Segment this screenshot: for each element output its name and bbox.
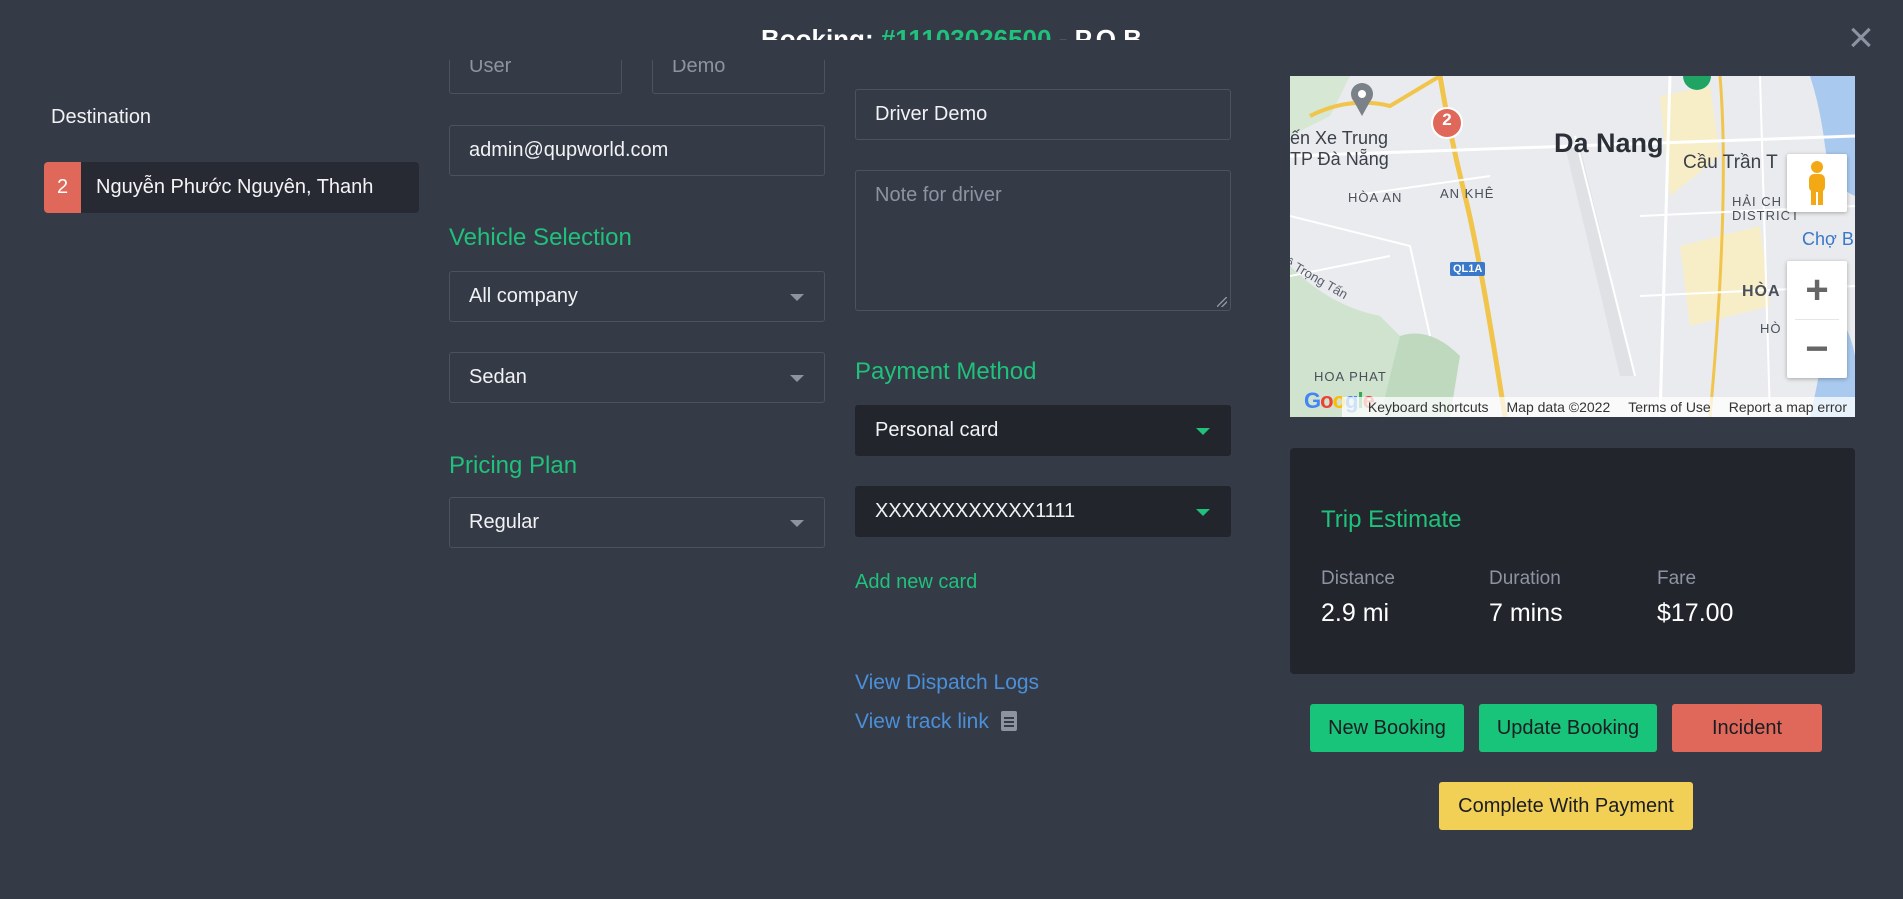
scroll-mask xyxy=(440,40,1240,60)
vehicle-selection-heading: Vehicle Selection xyxy=(449,224,632,251)
zoom-out-button[interactable]: − xyxy=(1787,320,1847,378)
copy-icon[interactable] xyxy=(1000,711,1017,731)
vehicle-type-select[interactable]: Sedan xyxy=(449,352,825,403)
map-label-cau-tran: Cầu Trần T xyxy=(1683,152,1778,173)
driver-value: Driver Demo xyxy=(875,103,988,125)
company-select-value: All company xyxy=(469,285,578,307)
destination-heading: Destination xyxy=(51,106,152,128)
map-footer: Keyboard shortcuts Map data ©2022 Terms … xyxy=(1341,397,1855,417)
email-value: admin@qupworld.com xyxy=(469,139,669,161)
distance-value: 2.9 mi xyxy=(1321,599,1390,627)
incident-button[interactable]: Incident xyxy=(1672,704,1822,752)
note-placeholder: Note for driver xyxy=(875,184,1002,206)
driver-field[interactable]: Driver Demo xyxy=(855,89,1231,140)
map-label-bus-station-2: TP Đà Nẵng xyxy=(1290,149,1389,169)
email-field[interactable]: admin@qupworld.com xyxy=(449,125,825,176)
estimate-duration: Duration 7 mins xyxy=(1489,568,1563,628)
map-label-hoa-phat: HOA PHAT xyxy=(1314,369,1387,384)
destination-number-badge: 2 xyxy=(44,162,81,213)
payment-method-heading: Payment Method xyxy=(855,358,1037,385)
note-for-driver-textarea[interactable]: Note for driver xyxy=(855,170,1231,311)
map-report-error-link[interactable]: Report a map error xyxy=(1729,399,1847,415)
zoom-in-button[interactable]: + xyxy=(1787,261,1847,319)
destination-item[interactable]: 2 Nguyễn Phước Nguyên, Thanh xyxy=(44,162,419,213)
view-track-link[interactable]: View track link xyxy=(855,710,1017,734)
map-label-hai-chau: HẢI CH xyxy=(1732,194,1783,209)
chevron-down-icon xyxy=(790,519,804,527)
trip-estimate-panel: Trip Estimate Distance 2.9 mi Duration 7… xyxy=(1290,448,1855,674)
map-label-hoa-2: HÒ xyxy=(1760,321,1782,336)
duration-value: 7 mins xyxy=(1489,599,1563,627)
map-label-an-khe: AN KHÊ xyxy=(1440,186,1495,201)
destination-label: Nguyễn Phước Nguyên, Thanh xyxy=(96,176,374,198)
trip-estimate-heading: Trip Estimate xyxy=(1321,506,1462,533)
map-city-label: Da Nang xyxy=(1554,128,1664,158)
estimate-fare: Fare $17.00 xyxy=(1657,568,1733,628)
complete-with-payment-button[interactable]: Complete With Payment xyxy=(1439,782,1693,830)
map-data-attribution: Map data ©2022 xyxy=(1506,399,1611,415)
fare-label: Fare xyxy=(1657,568,1697,589)
map-label-bus-station-1: ến Xe Trung xyxy=(1290,128,1389,148)
chevron-down-icon xyxy=(790,374,804,382)
chevron-down-icon xyxy=(1196,427,1210,435)
map-keyboard-shortcuts-link[interactable]: Keyboard shortcuts xyxy=(1368,399,1489,415)
fare-value: $17.00 xyxy=(1657,599,1734,627)
map-marker-number: 2 xyxy=(1442,110,1452,129)
close-icon[interactable]: × xyxy=(1841,16,1881,60)
chevron-down-icon xyxy=(1196,508,1210,516)
company-select[interactable]: All company xyxy=(449,271,825,322)
payment-method-value: Personal card xyxy=(875,419,999,441)
map-label-cho: Chợ B xyxy=(1802,229,1854,249)
card-value: XXXXXXXXXXXX1111 xyxy=(875,500,1076,522)
pricing-plan-select[interactable]: Regular xyxy=(449,497,825,548)
street-view-icon[interactable] xyxy=(1787,154,1847,212)
map-label-hoa-1: HÒA xyxy=(1742,283,1781,300)
distance-label: Distance xyxy=(1321,568,1395,589)
pegman-shape xyxy=(1809,161,1825,205)
route-map[interactable]: 2 Da Nang ến Xe Trung TP Đà Nẵng HÒA AN … xyxy=(1290,76,1855,417)
map-terms-link[interactable]: Terms of Use xyxy=(1628,399,1710,415)
payment-method-select[interactable]: Personal card xyxy=(855,405,1231,456)
pricing-plan-value: Regular xyxy=(469,511,540,533)
card-select[interactable]: XXXXXXXXXXXX1111 xyxy=(855,486,1231,537)
map-road-shield: QL1A xyxy=(1450,262,1486,276)
resize-handle-icon[interactable] xyxy=(1217,297,1227,307)
view-track-link-label: View track link xyxy=(855,710,989,733)
estimate-distance: Distance 2.9 mi xyxy=(1321,568,1395,628)
map-zoom-controls: + − xyxy=(1787,261,1847,378)
duration-label: Duration xyxy=(1489,568,1561,589)
chevron-down-icon xyxy=(790,293,804,301)
pricing-plan-heading: Pricing Plan xyxy=(449,452,578,479)
view-dispatch-logs-link[interactable]: View Dispatch Logs xyxy=(855,671,1039,695)
update-booking-button[interactable]: Update Booking xyxy=(1479,704,1657,752)
new-booking-button[interactable]: New Booking xyxy=(1310,704,1464,752)
map-label-hoa-an: HÒA AN xyxy=(1348,190,1403,205)
add-new-card-link[interactable]: Add new card xyxy=(855,571,977,594)
vehicle-type-value: Sedan xyxy=(469,366,527,388)
